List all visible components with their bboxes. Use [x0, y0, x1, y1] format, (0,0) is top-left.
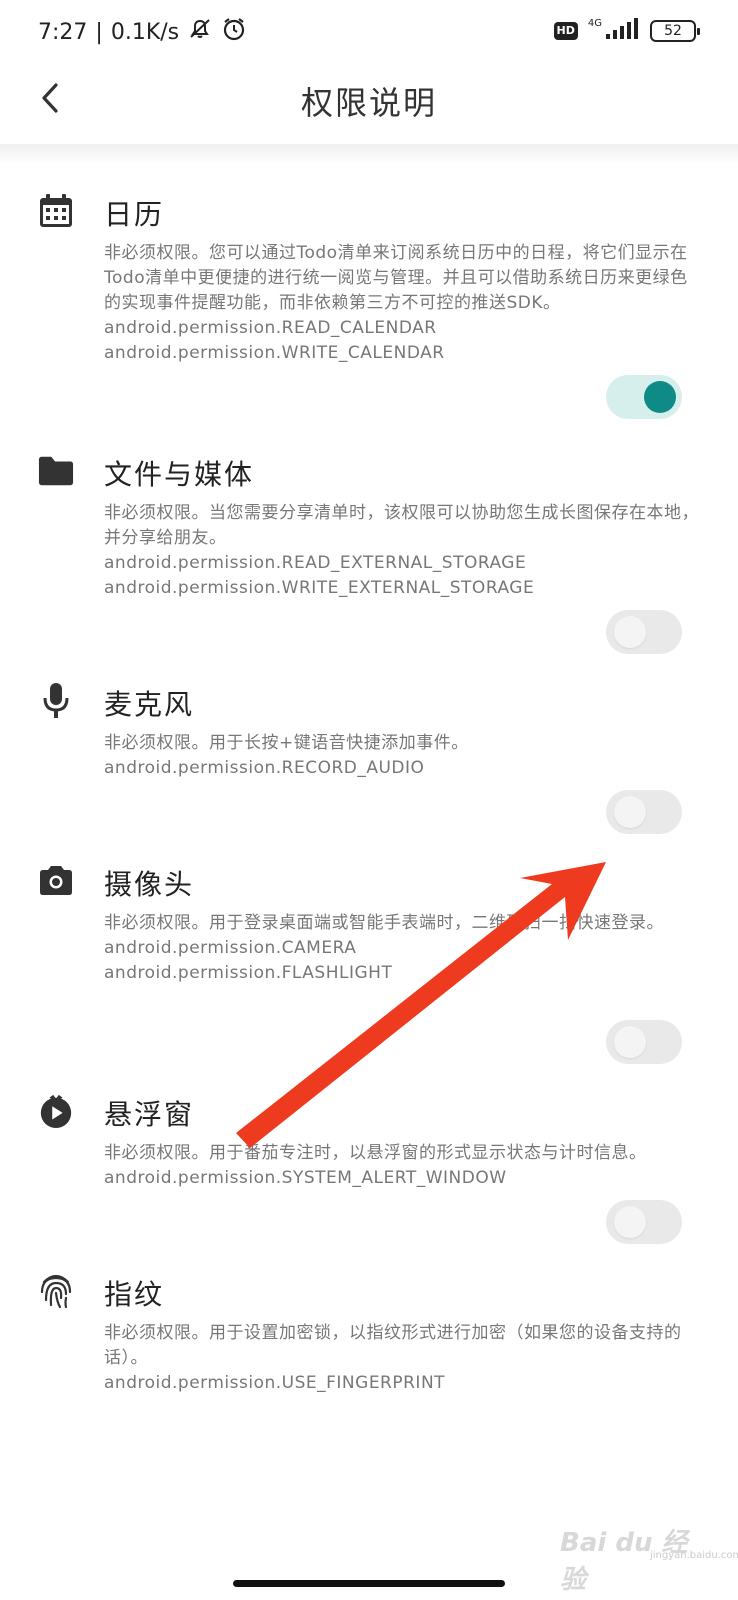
home-indicator[interactable] — [233, 1580, 505, 1587]
timer-play-icon — [38, 1093, 74, 1129]
permission-name: android.permission.RECORD_AUDIO — [104, 758, 425, 778]
permission-name: android.permission.WRITE_CALENDAR — [104, 343, 445, 363]
permission-description: 非必须权限。您可以通过Todo清单来订阅系统日历中的日程，将它们显示在Todo清… — [104, 241, 704, 366]
permission-title: 悬浮窗 — [104, 1098, 195, 1131]
page-title: 权限说明 — [300, 84, 437, 122]
permission-name: android.permission.USE_FINGERPRINT — [104, 1373, 446, 1393]
permission-name: android.permission.READ_EXTERNAL_STORAGE — [104, 553, 527, 573]
status-divider: | — [95, 19, 103, 45]
permission-title: 指纹 — [104, 1278, 165, 1311]
permission-description: 非必须权限。用于番茄专注时，以悬浮窗的形式显示状态与计时信息。 android.… — [104, 1141, 704, 1191]
baidu-watermark: Bai du 经验 jingyan.baidu.com — [560, 1500, 738, 1595]
description-text: 非必须权限。用于长按+键语音快捷添加事件。 — [104, 733, 469, 753]
permission-camera: 摄像头 非必须权限。用于登录桌面端或智能手表端时，二维码扫一扫快速登录。 and… — [0, 845, 738, 1075]
permission-name: android.permission.CAMERA — [104, 938, 357, 958]
permission-title: 摄像头 — [104, 868, 195, 901]
description-text: 非必须权限。用于设置加密锁，以指纹形式进行加密（如果您的设备支持的话）。 — [104, 1323, 682, 1368]
floating-window-toggle[interactable] — [606, 1200, 682, 1244]
description-text: 非必须权限。您可以通过Todo清单来订阅系统日历中的日程，将它们显示在Todo清… — [104, 243, 688, 313]
toggle-knob — [614, 796, 646, 828]
toggle-knob — [644, 381, 676, 413]
permission-microphone: 麦克风 非必须权限。用于长按+键语音快捷添加事件。 android.permis… — [0, 665, 738, 845]
permission-title: 麦克风 — [104, 688, 195, 721]
permission-name: android.permission.READ_CALENDAR — [104, 318, 437, 338]
permission-title: 日历 — [104, 198, 165, 231]
description-text: 非必须权限。用于番茄专注时，以悬浮窗的形式显示状态与计时信息。 — [104, 1143, 647, 1163]
toggle-knob — [614, 616, 646, 648]
microphone-toggle[interactable] — [606, 790, 682, 834]
status-time: 7:27 — [38, 19, 88, 45]
network-type: 4G — [587, 17, 602, 29]
app-bar: 权限说明 — [0, 60, 738, 146]
status-right: HD 4G 52 — [553, 17, 700, 44]
permission-name: android.permission.SYSTEM_ALERT_WINDOW — [104, 1168, 507, 1188]
calendar-icon — [38, 193, 74, 229]
alarm-icon — [221, 16, 247, 48]
calendar-toggle[interactable] — [606, 375, 682, 419]
toggle-knob — [614, 1026, 646, 1058]
app-bar-shadow — [0, 144, 738, 164]
permission-name: android.permission.WRITE_EXTERNAL_STORAG… — [104, 578, 535, 598]
permission-list: 日历 非必须权限。您可以通过Todo清单来订阅系统日历中的日程，将它们显示在To… — [0, 175, 738, 1415]
permission-title: 文件与媒体 — [104, 458, 255, 491]
permission-fingerprint: 指纹 非必须权限。用于设置加密锁，以指纹形式进行加密（如果您的设备支持的话）。 … — [0, 1255, 738, 1415]
status-net-speed: 0.1K/s — [110, 19, 180, 45]
status-bar: 7:27 | 0.1K/s HD 4G 52 — [0, 0, 738, 60]
mute-icon — [187, 17, 213, 47]
permission-description: 非必须权限。用于长按+键语音快捷添加事件。 android.permission… — [104, 731, 704, 781]
camera-icon — [38, 863, 74, 899]
permission-floating-window: 悬浮窗 非必须权限。用于番茄专注时，以悬浮窗的形式显示状态与计时信息。 andr… — [0, 1075, 738, 1255]
permission-description: 非必须权限。用于设置加密锁，以指纹形式进行加密（如果您的设备支持的话）。 and… — [104, 1321, 704, 1396]
fingerprint-icon — [38, 1273, 74, 1309]
permission-description: 非必须权限。当您需要分享清单时，该权限可以协助您生成长图保存在本地，并分享给朋友… — [104, 501, 704, 601]
microphone-icon — [38, 683, 74, 719]
permission-name: android.permission.FLASHLIGHT — [104, 963, 393, 983]
description-text: 非必须权限。当您需要分享清单时，该权限可以协助您生成长图保存在本地，并分享给朋友… — [104, 503, 699, 548]
description-text: 非必须权限。用于登录桌面端或智能手表端时，二维码扫一扫快速登录。 — [104, 913, 664, 933]
folder-icon — [38, 453, 74, 489]
permission-description: 非必须权限。用于登录桌面端或智能手表端时，二维码扫一扫快速登录。 android… — [104, 911, 704, 986]
battery-indicator: 52 — [650, 20, 700, 42]
hd-badge: HD — [553, 22, 578, 40]
toggle-knob — [614, 1206, 646, 1238]
permission-calendar: 日历 非必须权限。您可以通过Todo清单来订阅系统日历中的日程，将它们显示在To… — [0, 175, 738, 435]
status-left: 7:27 | 0.1K/s — [38, 16, 247, 48]
permission-files: 文件与媒体 非必须权限。当您需要分享清单时，该权限可以协助您生成长图保存在本地，… — [0, 435, 738, 665]
signal-icon — [604, 18, 640, 44]
camera-toggle[interactable] — [606, 1020, 682, 1064]
watermark-url: jingyan.baidu.com — [650, 1550, 738, 1561]
files-toggle[interactable] — [606, 610, 682, 654]
